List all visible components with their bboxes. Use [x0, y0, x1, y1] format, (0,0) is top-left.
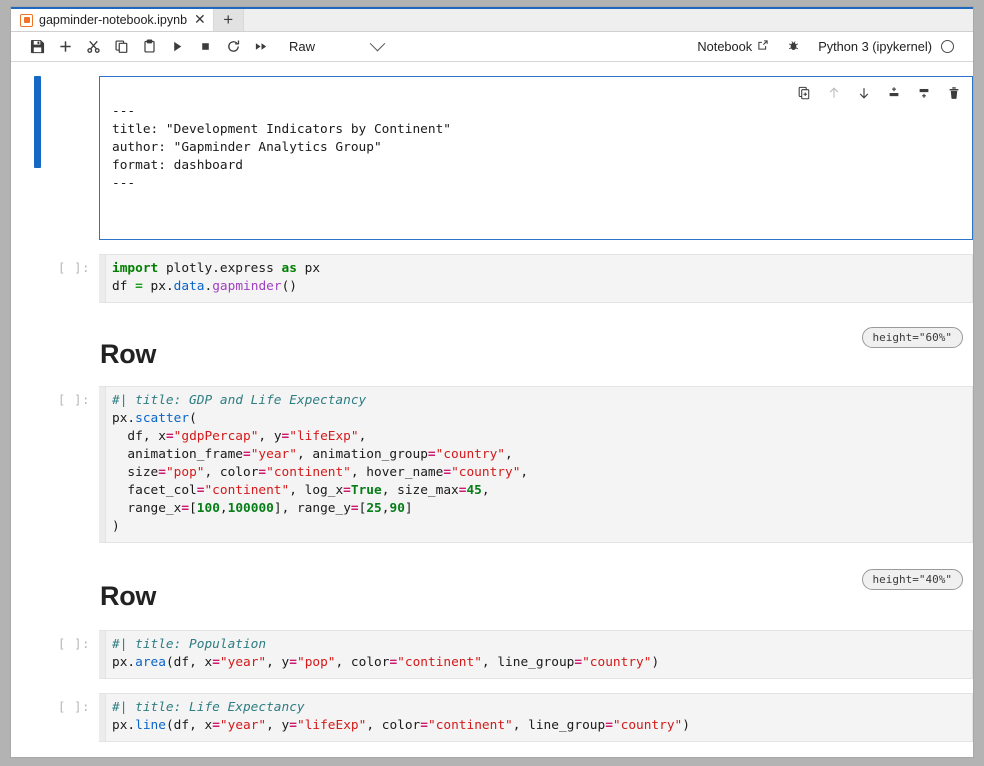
- cell-prompt-md-2: [11, 581, 99, 602]
- active-cell-indicator: [34, 76, 41, 168]
- paste-button[interactable]: [135, 34, 163, 60]
- raw-cell-editor[interactable]: --- title: "Development Indicators by Co…: [99, 76, 973, 240]
- notebook-mode-label: Notebook: [697, 39, 752, 54]
- bug-icon: [787, 39, 800, 55]
- tab-title: gapminder-notebook.ipynb: [39, 13, 187, 27]
- kernel-status-button[interactable]: [941, 40, 963, 53]
- cell-code-scatter[interactable]: [ ]: #| title: GDP and Life Expectancy p…: [11, 386, 973, 543]
- cell-prompt-raw: [11, 76, 99, 97]
- chevron-down-icon: [370, 36, 386, 52]
- delete-cell-icon[interactable]: [945, 83, 962, 102]
- raw-cell-text: --- title: "Development Indicators by Co…: [112, 104, 451, 191]
- cell-type-value: Raw: [289, 39, 315, 54]
- move-cell-up-icon[interactable]: [825, 83, 842, 102]
- kernel-idle-circle-icon: [941, 40, 954, 53]
- code-editor-population[interactable]: #| title: Population px.area(df, x="year…: [99, 630, 973, 679]
- code-text-scatter: #| title: GDP and Life Expectancy px.sca…: [112, 393, 528, 534]
- cell-markdown-row-1[interactable]: Row height="60%": [11, 339, 973, 370]
- insert-cell-button[interactable]: [51, 34, 79, 60]
- debugger-button[interactable]: [778, 39, 809, 55]
- stop-button[interactable]: [191, 34, 219, 60]
- cell-type-dropdown[interactable]: Raw: [289, 35, 389, 59]
- close-icon[interactable]: ✕: [193, 12, 207, 28]
- kernel-name-label: Python 3 (ipykernel): [818, 39, 932, 54]
- save-button[interactable]: [23, 34, 51, 60]
- cell-code-life-expectancy[interactable]: [ ]: #| title: Life Expectancy px.line(d…: [11, 693, 973, 742]
- cell-prompt-md-1: [11, 339, 99, 360]
- code-editor-scatter[interactable]: #| title: GDP and Life Expectancy px.sca…: [99, 386, 973, 543]
- markdown-heading-1: Row: [99, 339, 973, 370]
- tab-gapminder-notebook[interactable]: gapminder-notebook.ipynb ✕: [11, 9, 214, 31]
- copy-button[interactable]: [107, 34, 135, 60]
- cell-prompt-population: [ ]:: [11, 630, 99, 651]
- external-link-icon: [757, 39, 769, 54]
- move-cell-down-icon[interactable]: [855, 83, 872, 102]
- code-text-imports: import plotly.express as px df = px.data…: [112, 261, 320, 294]
- cut-button[interactable]: [79, 34, 107, 60]
- jupyter-notebook-icon: [20, 14, 33, 27]
- code-editor-life-expectancy[interactable]: #| title: Life Expectancy px.line(df, x=…: [99, 693, 973, 742]
- notebook-mode-button[interactable]: Notebook: [688, 39, 778, 54]
- code-text-life-expectancy: #| title: Life Expectancy px.line(df, x=…: [112, 700, 690, 733]
- insert-cell-above-icon[interactable]: [885, 83, 902, 102]
- notebook-scroll-area[interactable]: --- title: "Development Indicators by Co…: [11, 62, 973, 756]
- cell-option-pill-height-40: height="40%": [862, 569, 963, 590]
- duplicate-cell-icon[interactable]: [795, 83, 812, 102]
- cell-code-population[interactable]: [ ]: #| title: Population px.area(df, x=…: [11, 630, 973, 679]
- code-text-population: #| title: Population px.area(df, x="year…: [112, 637, 659, 670]
- jupyterlab-window: gapminder-notebook.ipynb ✕ +: [10, 6, 974, 758]
- cell-raw-yaml[interactable]: --- title: "Development Indicators by Co…: [11, 76, 973, 240]
- cell-option-pill-height-60: height="60%": [862, 327, 963, 348]
- tab-bar: gapminder-notebook.ipynb ✕ +: [11, 7, 973, 32]
- cell-action-toolbar: [795, 83, 962, 102]
- cell-markdown-row-2[interactable]: Row height="40%": [11, 581, 973, 612]
- notebook-toolbar: Raw Notebook Python 3 (ipykernel): [11, 32, 973, 62]
- restart-run-all-button[interactable]: [247, 34, 275, 60]
- cell-code-imports[interactable]: [ ]: import plotly.express as px df = px…: [11, 254, 973, 303]
- tab-bar-empty-space: [244, 7, 973, 31]
- toolbar-right-group: Notebook Python 3 (ipykernel): [688, 39, 963, 55]
- run-button[interactable]: [163, 34, 191, 60]
- restart-button[interactable]: [219, 34, 247, 60]
- cell-prompt-life-expectancy: [ ]:: [11, 693, 99, 714]
- code-editor-imports[interactable]: import plotly.express as px df = px.data…: [99, 254, 973, 303]
- cell-prompt-imports: [ ]:: [11, 254, 99, 275]
- markdown-heading-2: Row: [99, 581, 973, 612]
- kernel-name-button[interactable]: Python 3 (ipykernel): [809, 39, 941, 54]
- new-tab-button[interactable]: +: [214, 9, 244, 31]
- insert-cell-below-icon[interactable]: [915, 83, 932, 102]
- cell-prompt-scatter: [ ]:: [11, 386, 99, 407]
